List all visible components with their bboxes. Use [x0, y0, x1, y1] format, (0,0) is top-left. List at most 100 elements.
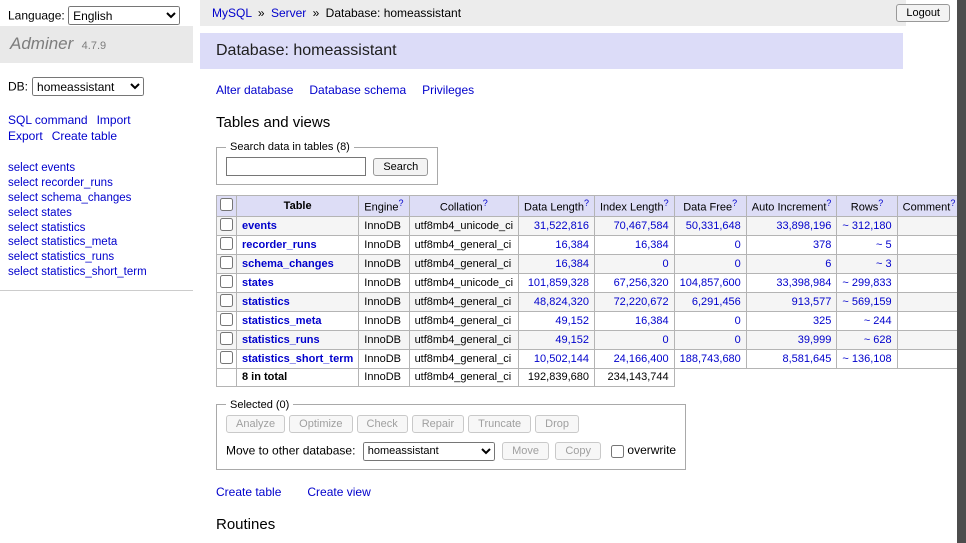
table-link-recorder-runs[interactable]: recorder_runs [242, 239, 317, 251]
sidebar-action-create-table[interactable]: Create table [52, 129, 117, 143]
cell-auto-increment-link[interactable]: 39,999 [798, 334, 832, 346]
cell-data-length-link[interactable]: 31,522,816 [534, 220, 589, 232]
sidebar-link-select-statistics-meta[interactable]: select statistics_meta [8, 236, 185, 251]
row-checkbox-statistics-meta[interactable] [220, 313, 233, 326]
cell-index-length-link[interactable]: 0 [663, 258, 669, 270]
cell-data-length-link[interactable]: 48,824,320 [534, 296, 589, 308]
table-link-schema-changes[interactable]: schema_changes [242, 258, 334, 270]
breadcrumb-server-link[interactable]: Server [271, 6, 306, 20]
cell-data-free-link[interactable]: 6,291,456 [692, 296, 741, 308]
cell-data-free-link[interactable]: 0 [735, 258, 741, 270]
link-create-view[interactable]: Create view [307, 485, 370, 499]
help-link[interactable]: ? [483, 198, 488, 208]
search-button[interactable]: Search [373, 158, 428, 176]
cell-rows-link[interactable]: ~ 628 [864, 334, 892, 346]
cell-auto-increment-link[interactable]: 8,581,645 [782, 353, 831, 365]
row-checkbox-statistics-short-term[interactable] [220, 351, 233, 364]
cell-data-length-link[interactable]: 16,384 [555, 239, 589, 251]
sidebar-action-import[interactable]: Import [97, 113, 131, 127]
cell-index-length-link[interactable]: 16,384 [635, 239, 669, 251]
cell-auto-increment-link[interactable]: 325 [813, 315, 831, 327]
nav-link-database-schema[interactable]: Database schema [309, 83, 406, 97]
nav-link-alter-database[interactable]: Alter database [216, 83, 293, 97]
cell-index-length-link[interactable]: 16,384 [635, 315, 669, 327]
row-checkbox-states[interactable] [220, 275, 233, 288]
table-link-statistics[interactable]: statistics [242, 296, 290, 308]
help-link[interactable]: ? [664, 198, 669, 208]
overwrite-checkbox[interactable] [611, 445, 624, 458]
sidebar-action-export[interactable]: Export [8, 129, 43, 143]
cell-data-free-link[interactable]: 0 [735, 239, 741, 251]
help-link[interactable]: ? [950, 198, 955, 208]
row-checkbox-events[interactable] [220, 218, 233, 231]
cell-data-free-link[interactable]: 0 [735, 315, 741, 327]
help-link[interactable]: ? [399, 198, 404, 208]
cell-data-length-link[interactable]: 49,152 [555, 315, 589, 327]
cell-data-free-link[interactable]: 188,743,680 [680, 353, 741, 365]
analyze-button[interactable]: Analyze [226, 415, 285, 433]
cell-data-free-link[interactable]: 104,857,600 [680, 277, 741, 289]
sidebar-link-select-recorder-runs[interactable]: select recorder_runs [8, 177, 185, 192]
link-create-table[interactable]: Create table [216, 485, 281, 499]
sidebar-link-select-events[interactable]: select events [8, 162, 185, 177]
table-link-statistics-short-term[interactable]: statistics_short_term [242, 353, 353, 365]
truncate-button[interactable]: Truncate [468, 415, 531, 433]
cell-index-length-link[interactable]: 0 [663, 334, 669, 346]
cell-data-length-link[interactable]: 101,859,328 [528, 277, 589, 289]
help-link[interactable]: ? [584, 198, 589, 208]
repair-button[interactable]: Repair [412, 415, 464, 433]
search-input[interactable] [226, 157, 366, 176]
sidebar-link-select-states[interactable]: select states [8, 207, 185, 222]
check-button[interactable]: Check [357, 415, 408, 433]
help-link[interactable]: ? [826, 198, 831, 208]
logout-button[interactable]: Logout [896, 4, 950, 22]
cell-rows-link[interactable]: ~ 569,159 [842, 296, 891, 308]
move-database-select[interactable]: homeassistant [363, 442, 495, 461]
move-button[interactable]: Move [502, 442, 549, 460]
sidebar-link-select-statistics-short-term[interactable]: select statistics_short_term [8, 266, 185, 281]
cell-auto-increment-link[interactable]: 378 [813, 239, 831, 251]
row-checkbox-statistics[interactable] [220, 294, 233, 307]
cell-auto-increment-link[interactable]: 33,898,196 [776, 220, 831, 232]
cell-index-length-link[interactable]: 72,220,672 [614, 296, 669, 308]
row-checkbox-schema-changes[interactable] [220, 256, 233, 269]
language-select[interactable]: English [68, 6, 180, 25]
table-link-statistics-meta[interactable]: statistics_meta [242, 315, 322, 327]
cell-auto-increment-link[interactable]: 33,398,984 [776, 277, 831, 289]
drop-button[interactable]: Drop [535, 415, 579, 433]
sidebar-link-select-statistics-runs[interactable]: select statistics_runs [8, 251, 185, 266]
cell-data-free-link[interactable]: 0 [735, 334, 741, 346]
cell-rows-link[interactable]: ~ 312,180 [842, 220, 891, 232]
cell-rows-link[interactable]: ~ 299,833 [842, 277, 891, 289]
cell-rows-link[interactable]: ~ 5 [876, 239, 892, 251]
cell-rows-link[interactable]: ~ 136,108 [842, 353, 891, 365]
row-checkbox-statistics-runs[interactable] [220, 332, 233, 345]
cell-data-length-link[interactable]: 49,152 [555, 334, 589, 346]
cell-index-length-link[interactable]: 67,256,320 [614, 277, 669, 289]
cell-rows-link[interactable]: ~ 244 [864, 315, 892, 327]
vertical-scrollbar[interactable] [957, 0, 966, 543]
help-link[interactable]: ? [732, 198, 737, 208]
cell-data-length-link[interactable]: 16,384 [555, 258, 589, 270]
scrollbar-thumb[interactable] [957, 0, 966, 543]
table-link-statistics-runs[interactable]: statistics_runs [242, 334, 320, 346]
table-link-states[interactable]: states [242, 277, 274, 289]
cell-auto-increment-link[interactable]: 913,577 [792, 296, 832, 308]
cell-index-length-link[interactable]: 24,166,400 [614, 353, 669, 365]
copy-button[interactable]: Copy [555, 442, 601, 460]
cell-auto-increment-link[interactable]: 6 [825, 258, 831, 270]
cell-data-free-link[interactable]: 50,331,648 [686, 220, 741, 232]
breadcrumb-mysql-link[interactable]: MySQL [212, 6, 252, 20]
optimize-button[interactable]: Optimize [289, 415, 352, 433]
db-select[interactable]: homeassistant [32, 77, 144, 96]
table-link-events[interactable]: events [242, 220, 277, 232]
help-link[interactable]: ? [878, 198, 883, 208]
row-checkbox-recorder-runs[interactable] [220, 237, 233, 250]
cell-index-length-link[interactable]: 70,467,584 [614, 220, 669, 232]
sidebar-link-select-schema-changes[interactable]: select schema_changes [8, 192, 185, 207]
select-all-checkbox[interactable] [220, 198, 233, 211]
sidebar-link-select-statistics[interactable]: select statistics [8, 222, 185, 237]
sidebar-action-sql-command[interactable]: SQL command [8, 113, 88, 127]
cell-rows-link[interactable]: ~ 3 [876, 258, 892, 270]
nav-link-privileges[interactable]: Privileges [422, 83, 474, 97]
